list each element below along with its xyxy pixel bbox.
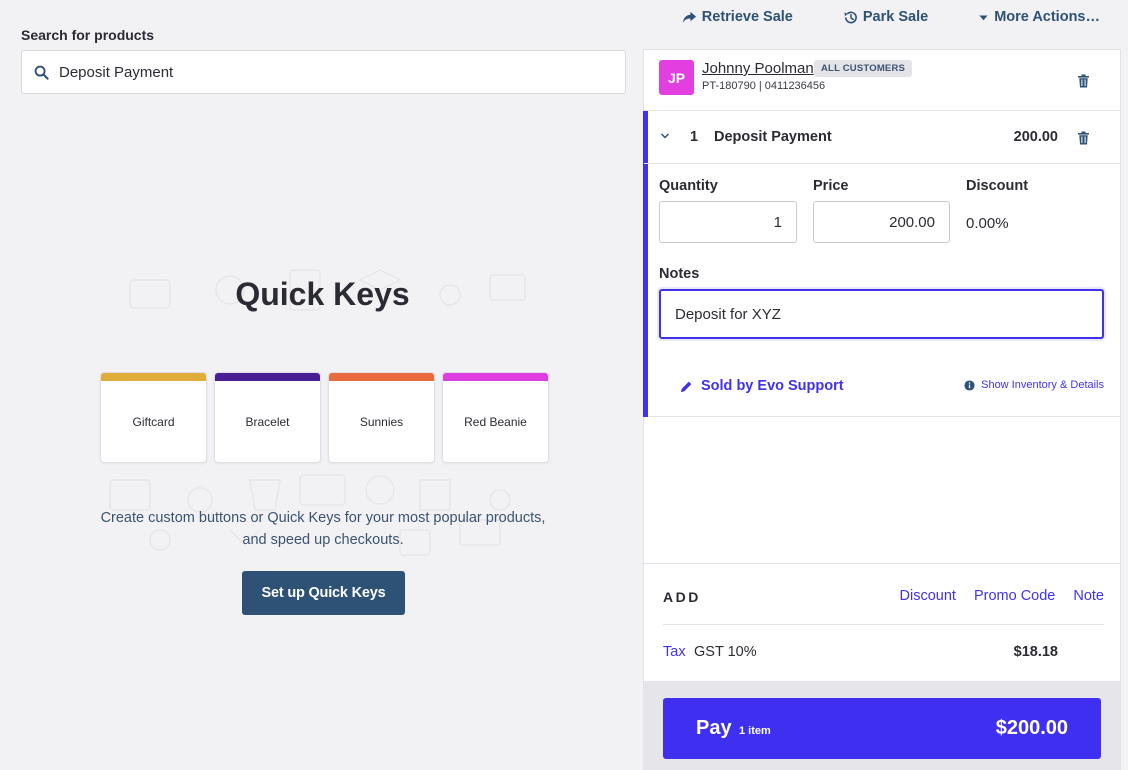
- sale-panel: JP Johnny Poolman ALL CUSTOMERS PT-18079…: [643, 49, 1121, 770]
- trash-icon[interactable]: [1077, 74, 1090, 88]
- notes-input[interactable]: [659, 289, 1104, 339]
- product-search-input[interactable]: [59, 63, 599, 81]
- add-discount-link[interactable]: Discount: [900, 588, 956, 604]
- search-icon: [34, 65, 49, 80]
- quick-key-color-bar: [329, 373, 434, 381]
- price-input[interactable]: [813, 201, 950, 243]
- quick-key-color-bar: [215, 373, 320, 381]
- park-sale-button[interactable]: Park Sale: [843, 9, 928, 25]
- pay-button[interactable]: Pay 1 item $200.00: [663, 698, 1101, 759]
- chevron-down-icon[interactable]: [660, 131, 670, 141]
- quick-key-color-bar: [443, 373, 548, 381]
- discount-value[interactable]: 0.00%: [966, 215, 1009, 232]
- add-label: ADD: [663, 589, 701, 605]
- customer-name-link[interactable]: Johnny Poolman: [702, 60, 814, 77]
- customer-row: JP Johnny Poolman ALL CUSTOMERS PT-18079…: [644, 50, 1120, 111]
- quick-key-color-bar: [101, 373, 206, 381]
- tax-value: $18.18: [1013, 644, 1058, 660]
- show-inventory-label: Show Inventory & Details: [981, 379, 1104, 391]
- line-item-name: Deposit Payment: [714, 129, 832, 145]
- pay-area: Pay 1 item $200.00: [644, 681, 1120, 770]
- line-item-deposit-payment: 1 Deposit Payment 200.00 Quantity Price …: [643, 111, 1120, 417]
- price-label: Price: [813, 178, 849, 194]
- more-actions-button[interactable]: More Actions…: [978, 9, 1100, 25]
- share-arrow-icon: [682, 11, 696, 23]
- history-icon: [844, 11, 857, 23]
- more-actions-label: More Actions…: [994, 9, 1100, 25]
- info-icon: [964, 379, 975, 391]
- quick-key-sunnies[interactable]: Sunnies: [328, 372, 435, 463]
- add-note-link[interactable]: Note: [1073, 588, 1104, 604]
- quick-key-label: Red Beanie: [464, 415, 527, 429]
- quick-key-red-beanie[interactable]: Red Beanie: [442, 372, 549, 463]
- sold-by-label: Sold by Evo Support: [701, 378, 844, 394]
- quick-key-label: Sunnies: [359, 415, 404, 429]
- top-actions-bar: Retrieve Sale Park Sale More Actions…: [682, 9, 1100, 25]
- line-item-header[interactable]: 1 Deposit Payment 200.00: [644, 111, 1120, 164]
- search-label: Search for products: [21, 27, 155, 43]
- sold-by-link[interactable]: Sold by Evo Support: [680, 378, 844, 394]
- setup-quick-keys-button[interactable]: Set up Quick Keys: [242, 571, 405, 615]
- notes-label: Notes: [659, 266, 700, 282]
- caret-down-icon: [979, 14, 988, 20]
- quantity-label: Quantity: [659, 178, 718, 194]
- pay-total: $200.00: [995, 717, 1068, 739]
- quick-keys-title: Quick Keys: [235, 276, 410, 312]
- pencil-icon: [680, 381, 692, 392]
- quick-key-label: Giftcard: [132, 415, 175, 429]
- line-item-price: 200.00: [1013, 129, 1058, 145]
- quick-keys-list: Giftcard Bracelet Sunnies Red Beanie: [100, 372, 549, 463]
- trash-icon[interactable]: [1077, 131, 1090, 145]
- discount-label: Discount: [966, 178, 1029, 194]
- avatar: JP: [659, 60, 694, 95]
- retrieve-sale-button[interactable]: Retrieve Sale: [682, 9, 793, 25]
- tax-name: GST 10%: [694, 644, 757, 660]
- customer-group-badge: ALL CUSTOMERS: [814, 60, 913, 77]
- quick-keys-description: Create custom buttons or Quick Keys for …: [100, 510, 546, 548]
- add-promo-code-link[interactable]: Promo Code: [974, 588, 1055, 604]
- park-sale-label: Park Sale: [862, 9, 929, 25]
- add-section: ADD Discount Promo Code Note Tax GST 10%…: [644, 563, 1120, 681]
- quantity-input[interactable]: [659, 201, 797, 243]
- show-inventory-link[interactable]: Show Inventory & Details: [964, 379, 1104, 391]
- divider: [663, 624, 1104, 625]
- retrieve-sale-label: Retrieve Sale: [701, 9, 793, 25]
- quick-key-bracelet[interactable]: Bracelet: [214, 372, 321, 463]
- product-search-box[interactable]: [21, 50, 626, 94]
- pay-label: Pay: [696, 717, 732, 739]
- line-item-quantity: 1: [690, 129, 699, 145]
- quick-key-giftcard[interactable]: Giftcard: [100, 372, 207, 463]
- quick-key-label: Bracelet: [245, 415, 290, 429]
- pay-item-count: 1 item: [739, 725, 771, 737]
- customer-details: PT-180790 | 0411236456: [702, 80, 826, 92]
- add-links: Discount Promo Code Note: [900, 588, 1104, 604]
- tax-link[interactable]: Tax: [663, 644, 686, 660]
